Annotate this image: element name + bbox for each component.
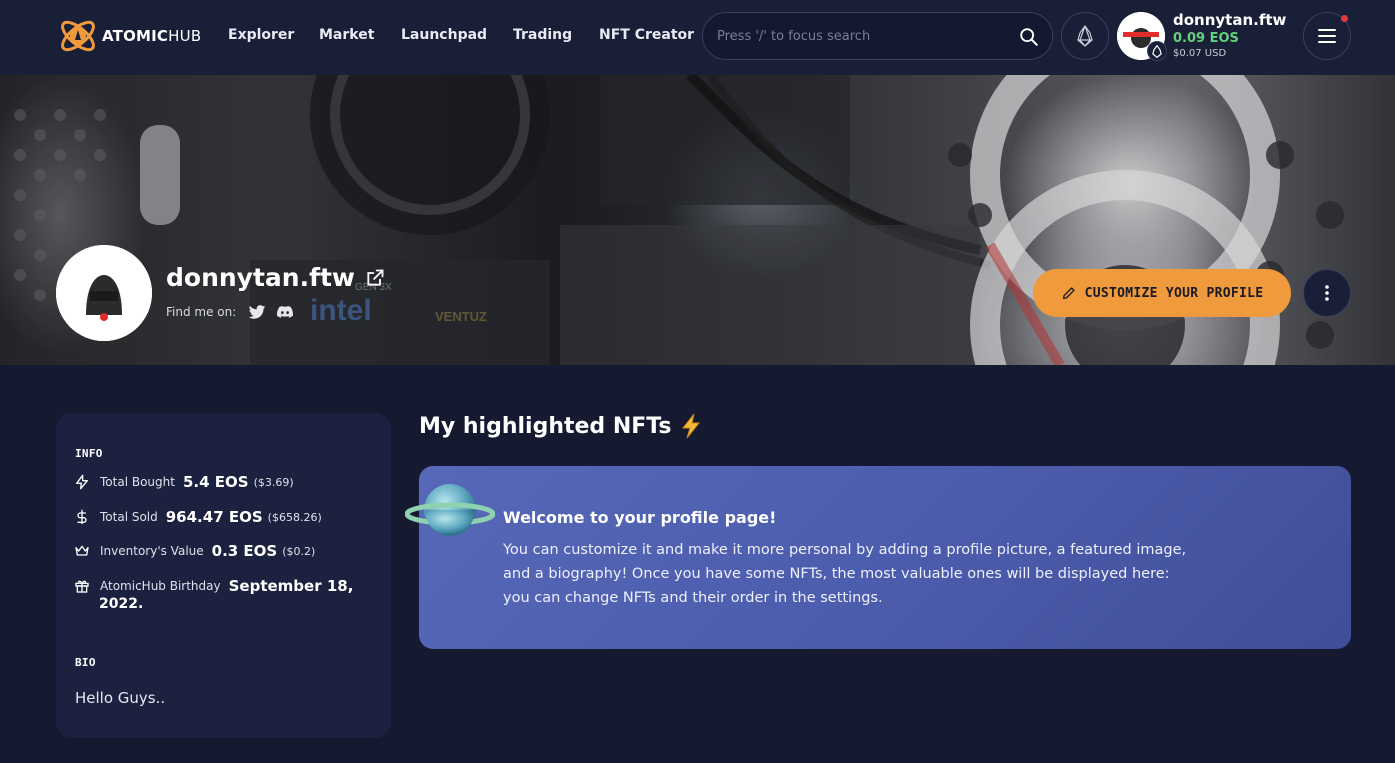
- search-icon[interactable]: [1018, 26, 1040, 48]
- user-name: donnytan.ftw: [1173, 11, 1287, 29]
- birthday-value-line1: September 18,: [228, 577, 354, 595]
- eos-icon: [1077, 25, 1093, 47]
- gift-icon: [75, 580, 89, 593]
- total-bought-row: Total Bought 5.4 EOS ($3.69): [74, 473, 294, 491]
- user-account-widget[interactable]: donnytan.ftw 0.09 EOS $0.07 USD: [1117, 11, 1297, 61]
- logo-text-light: HUB: [168, 27, 202, 45]
- welcome-card: Welcome to your profile page! You can cu…: [405, 466, 1351, 649]
- welcome-title: Welcome to your profile page!: [503, 508, 777, 527]
- profile-avatar-image: [56, 245, 152, 341]
- profile-avatar[interactable]: [56, 245, 152, 341]
- menu-trading[interactable]: Trading: [513, 27, 572, 43]
- welcome-line-1: You can customize it and make it more pe…: [503, 542, 1187, 558]
- social-links: Find me on:: [166, 303, 294, 321]
- hamburger-icon: [1318, 29, 1336, 43]
- menu-explorer[interactable]: Explorer: [228, 27, 294, 43]
- customize-profile-label: CUSTOMIZE YOUR PROFILE: [1084, 285, 1264, 301]
- logo-text-bold: ATOMIC: [102, 27, 169, 45]
- profile-name-text: donnytan.ftw: [166, 263, 356, 292]
- menu-nft-creator[interactable]: NFT Creator: [599, 27, 694, 43]
- user-eos-badge: [1147, 41, 1167, 61]
- notification-dot: [1341, 15, 1348, 22]
- profile-banner: intel GEN 3X VENTUZ donnytan.ftw Find me…: [0, 75, 1395, 365]
- welcome-line-3: you can change NFTs and their order in t…: [503, 590, 883, 606]
- banner-photo-image: intel GEN 3X VENTUZ: [0, 75, 1395, 365]
- find-me-label: Find me on:: [166, 305, 237, 319]
- profile-more-options-button[interactable]: [1303, 269, 1351, 317]
- dollar-icon: [77, 509, 87, 525]
- lightning-icon: [76, 474, 88, 490]
- total-bought-usd: ($3.69): [253, 476, 294, 489]
- planet-icon: [405, 484, 495, 536]
- eos-badge-icon: [1152, 44, 1162, 58]
- menu-launchpad[interactable]: Launchpad: [401, 27, 487, 43]
- birthday-row: AtomicHub Birthday September 18,: [74, 577, 353, 595]
- chain-selector-button[interactable]: [1061, 12, 1109, 60]
- pencil-icon: [1062, 287, 1075, 299]
- top-navbar: ATOMICHUB Explorer Market Launchpad Trad…: [0, 0, 1395, 75]
- highlighted-nfts-title-text: My highlighted NFTs: [419, 413, 672, 439]
- kebab-menu-icon: [1325, 285, 1329, 301]
- search-input[interactable]: [717, 25, 1007, 47]
- menu-market[interactable]: Market: [319, 27, 374, 43]
- total-sold-value: 964.47 EOS: [165, 508, 263, 526]
- welcome-body: You can customize it and make it more pe…: [503, 538, 1293, 610]
- birthday-label: AtomicHub Birthday: [100, 579, 221, 593]
- total-sold-label: Total Sold: [100, 510, 158, 524]
- search-box: [702, 12, 1053, 60]
- total-sold-row: Total Sold 964.47 EOS ($658.26): [74, 508, 322, 526]
- total-bought-label: Total Bought: [100, 475, 175, 489]
- birthday-value-line2: 2022.: [99, 596, 144, 612]
- info-heading: INFO: [75, 447, 103, 460]
- discord-icon[interactable]: [276, 303, 294, 321]
- profile-name: donnytan.ftw: [166, 263, 385, 292]
- user-usd-balance: $0.07 USD: [1173, 48, 1227, 59]
- customize-profile-button[interactable]: CUSTOMIZE YOUR PROFILE: [1033, 269, 1291, 317]
- lightning-emoji-icon: [682, 413, 701, 439]
- total-sold-usd: ($658.26): [267, 511, 322, 524]
- user-eos-balance: 0.09 EOS: [1173, 31, 1239, 46]
- inventory-value-usd: ($0.2): [282, 545, 316, 558]
- inventory-value-value: 0.3 EOS: [211, 542, 278, 560]
- atom-logo-icon: [61, 20, 95, 52]
- external-link-icon[interactable]: [365, 268, 385, 288]
- twitter-icon[interactable]: [248, 303, 266, 321]
- bio-text: Hello Guys..: [75, 689, 166, 707]
- crown-icon: [75, 545, 89, 556]
- hamburger-menu-button[interactable]: [1303, 12, 1351, 60]
- inventory-value-row: Inventory's Value 0.3 EOS ($0.2): [74, 542, 315, 560]
- bio-heading: BIO: [75, 656, 96, 669]
- total-bought-value: 5.4 EOS: [182, 473, 249, 491]
- inventory-value-label: Inventory's Value: [100, 544, 204, 558]
- highlighted-nfts-title: My highlighted NFTs: [419, 413, 703, 439]
- welcome-line-2: and a biography! Once you have some NFTs…: [503, 566, 1170, 582]
- atomichub-logo[interactable]: ATOMICHUB: [56, 14, 201, 58]
- profile-info-card: INFO Total Bought 5.4 EOS ($3.69) Total …: [56, 413, 391, 738]
